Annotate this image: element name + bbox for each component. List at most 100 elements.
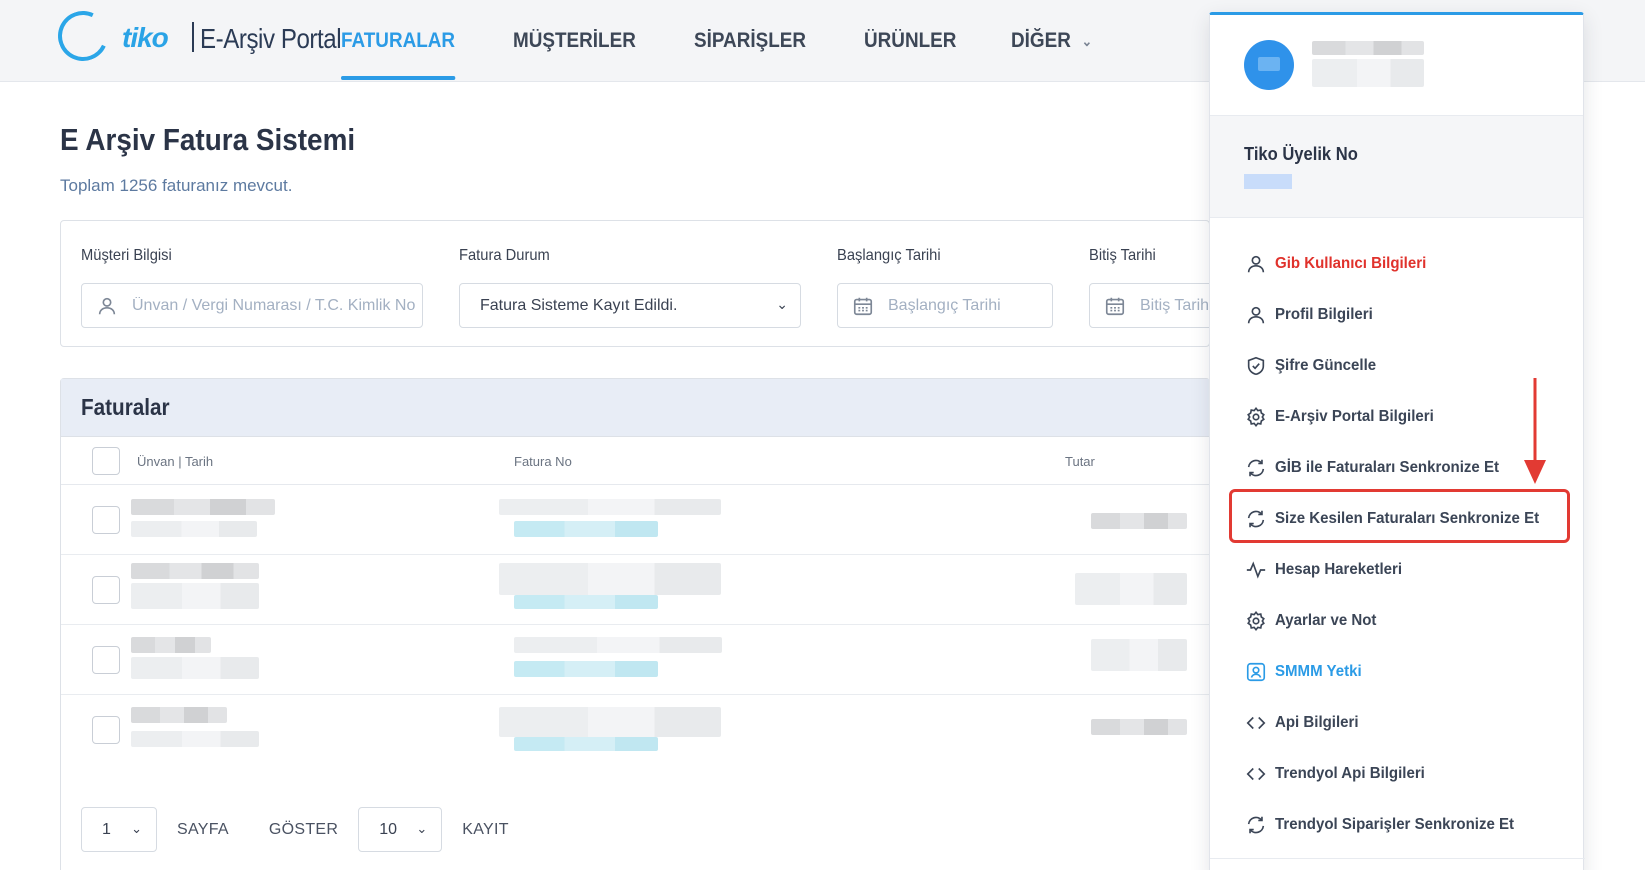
menu-trendyol-api-info[interactable]: Trendyol Api Bilgileri <box>1210 748 1585 799</box>
nav-urunler[interactable]: ÜRÜNLER <box>864 0 956 82</box>
redacted-date <box>131 657 259 679</box>
menu-label: Hesap Hareketleri <box>1275 560 1403 578</box>
redacted-amount <box>1091 513 1187 529</box>
redacted-invoice-no <box>499 499 721 515</box>
row-checkbox[interactable] <box>92 506 120 534</box>
invoices-card: Faturalar Ünvan | Tarih Fatura No Tutar <box>60 378 1211 870</box>
status-select-value: Fatura Sisteme Kayıt Edildi. <box>480 296 678 314</box>
redacted-invoice-link[interactable] <box>514 595 658 609</box>
redacted-amount <box>1075 573 1187 605</box>
customer-filter: Müşteri Bilgisi <box>81 247 180 265</box>
redacted-invoice-link[interactable] <box>514 661 658 677</box>
logo-portal-text: E-Arşiv Portal <box>200 23 342 54</box>
menu-gib-user-info[interactable]: Gib Kullanıcı Bilgileri <box>1210 238 1585 289</box>
user-icon <box>1247 255 1265 272</box>
redacted-invoice-link[interactable] <box>514 737 658 751</box>
chevron-down-icon: ⌄ <box>131 821 142 836</box>
redacted-membership-number <box>1244 174 1292 189</box>
redacted-amount <box>1091 719 1187 735</box>
redacted-date <box>131 731 259 747</box>
row-checkbox[interactable] <box>92 646 120 674</box>
panel-divider <box>1210 858 1585 859</box>
select-all-checkbox[interactable] <box>92 447 120 475</box>
page-size-value: 10 <box>379 820 398 838</box>
code-icon <box>1246 716 1266 729</box>
page-size-select[interactable]: 10 ⌄ <box>358 807 443 852</box>
settings-icon <box>1247 610 1265 631</box>
nav-musteriler[interactable]: MÜŞTERİLER <box>513 0 636 82</box>
end-date-label: Bitiş Tarihi <box>1089 247 1156 264</box>
menu-label: Api Bilgileri <box>1275 713 1359 731</box>
nav-diger[interactable]: DİĞER ⌄ <box>1011 0 1092 82</box>
nav-label: SİPARİŞLER <box>694 29 807 52</box>
chevron-down-icon: ⌄ <box>416 821 428 836</box>
activity-icon <box>1246 560 1266 579</box>
table-row[interactable] <box>61 485 1211 555</box>
redacted-user-name <box>1312 41 1424 55</box>
menu-label: E-Arşiv Portal Bilgileri <box>1275 407 1434 425</box>
column-header-amount[interactable]: Tutar <box>1065 454 1095 469</box>
start-date-box[interactable] <box>837 283 1053 328</box>
nav-label: FATURALAR <box>341 29 456 52</box>
nav-label: ÜRÜNLER <box>863 29 957 52</box>
menu-profile-info[interactable]: Profil Bilgileri <box>1210 289 1585 340</box>
tiko-logo[interactable]: tiko E-Arşiv Portal <box>50 3 342 69</box>
customer-input-box[interactable] <box>81 283 423 328</box>
nav-label: MÜŞTERİLER <box>512 29 636 52</box>
redacted-date <box>131 521 257 537</box>
row-checkbox[interactable] <box>92 716 120 744</box>
row-checkbox[interactable] <box>92 576 120 604</box>
redacted-title <box>131 637 211 653</box>
redacted-invoice-no <box>499 707 721 737</box>
menu-sync-trendyol-orders[interactable]: Trendyol Siparişler Senkronize Et <box>1210 799 1585 850</box>
status-filter: Fatura Durum <box>459 247 558 265</box>
status-label: Fatura Durum <box>459 247 550 264</box>
membership-section: Tiko Üyelik No <box>1210 116 1583 218</box>
main-nav: FATURALAR MÜŞTERİLER SİPARİŞLER ÜRÜNLER … <box>341 0 1147 82</box>
nav-faturalar[interactable]: FATURALAR <box>341 0 455 82</box>
status-select[interactable]: Fatura Sisteme Kayıt Edildi. ⌄ <box>459 283 801 328</box>
start-date-filter: Başlangıç Tarihi <box>837 247 950 265</box>
logo-tiko-text: tiko <box>122 22 169 53</box>
avatar[interactable] <box>1244 40 1294 90</box>
filter-card: Müşteri Bilgisi Fatura Durum Fatura Sist… <box>60 220 1305 347</box>
menu-label: Ayarlar ve Not <box>1275 611 1377 629</box>
menu-label: GİB ile Faturaları Senkronize Et <box>1275 458 1499 476</box>
menu-settings-notes[interactable]: Ayarlar ve Not <box>1210 595 1585 646</box>
redacted-title <box>131 707 227 723</box>
customer-search-input[interactable] <box>132 296 422 315</box>
menu-label: Gib Kullanıcı Bilgileri <box>1275 254 1427 272</box>
page-label: SAYFA <box>177 820 229 838</box>
redacted-invoice-no <box>499 563 721 595</box>
user-icon <box>1247 306 1265 323</box>
menu-label: SMMM Yetki <box>1275 662 1362 680</box>
nav-siparisler[interactable]: SİPARİŞLER <box>694 0 806 82</box>
column-header-invoice-no[interactable]: Fatura No <box>514 454 572 469</box>
calendar-icon <box>853 297 873 315</box>
sync-icon <box>1247 459 1265 476</box>
table-row[interactable] <box>61 625 1211 695</box>
redacted-user-email <box>1312 59 1424 87</box>
redacted-amount <box>1091 639 1187 671</box>
redacted-title <box>131 499 275 515</box>
menu-label: Trendyol Api Bilgileri <box>1275 764 1425 782</box>
redacted-invoice-link[interactable] <box>514 521 658 537</box>
page-select-value: 1 <box>102 820 111 838</box>
column-header-title-date[interactable]: Ünvan | Tarih <box>137 454 213 469</box>
chevron-down-icon: ⌄ <box>1082 32 1093 49</box>
menu-smmm-authorization[interactable]: SMMM Yetki <box>1210 646 1585 697</box>
table-row[interactable] <box>61 555 1211 625</box>
invoices-header: Faturalar <box>61 379 1209 437</box>
page-select[interactable]: 1 ⌄ <box>81 807 157 852</box>
gear-icon <box>1247 406 1265 427</box>
table-header-row: Ünvan | Tarih Fatura No Tutar <box>61 437 1211 485</box>
user-icon <box>98 297 116 314</box>
table-row[interactable] <box>61 695 1211 765</box>
code-icon <box>1246 767 1266 780</box>
menu-api-info[interactable]: Api Bilgileri <box>1210 697 1585 748</box>
redacted-title <box>131 563 259 579</box>
calendar-icon <box>1105 297 1125 315</box>
arrow-down-icon <box>1524 378 1546 484</box>
menu-account-activity[interactable]: Hesap Hareketleri <box>1210 544 1585 595</box>
start-date-input[interactable] <box>888 296 1052 315</box>
